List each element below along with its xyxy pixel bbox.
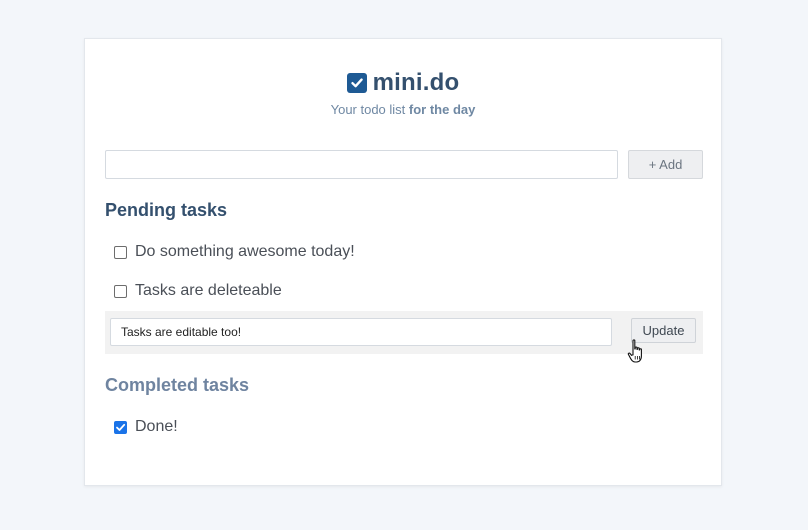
checkmark-icon bbox=[116, 423, 126, 431]
title-row: mini.do bbox=[346, 69, 460, 97]
checkbox-checked-icon bbox=[346, 73, 367, 93]
hand-pointer-cursor-icon bbox=[627, 339, 642, 363]
completed-task-item[interactable]: Done! bbox=[114, 418, 178, 436]
task-item[interactable]: Tasks are deleteable bbox=[114, 282, 282, 300]
subtitle-emphasis: for the day bbox=[408, 102, 476, 117]
completed-tasks-heading: Completed tasks bbox=[105, 375, 250, 395]
task-checkbox[interactable] bbox=[114, 284, 127, 298]
todo-card: mini.do Your todo list for the day + Add… bbox=[84, 38, 722, 486]
task-edit-row: Update bbox=[105, 311, 703, 354]
app-subtitle: Your todo list for the day bbox=[85, 102, 721, 117]
app-title: mini.do bbox=[372, 69, 460, 96]
task-item[interactable]: Do something awesome today! bbox=[114, 243, 355, 261]
pending-tasks-heading: Pending tasks bbox=[105, 200, 228, 220]
task-label: Tasks are deleteable bbox=[135, 282, 282, 299]
add-task-row: + Add bbox=[105, 150, 703, 179]
task-checkbox[interactable] bbox=[114, 245, 127, 259]
subtitle-prefix: Your todo list bbox=[330, 102, 409, 117]
task-checkbox-checked[interactable] bbox=[114, 420, 127, 434]
new-task-input[interactable] bbox=[105, 150, 618, 179]
app-header: mini.do Your todo list for the day bbox=[85, 69, 721, 117]
task-label: Done! bbox=[135, 418, 178, 435]
edit-task-input[interactable] bbox=[110, 318, 612, 346]
task-label: Do something awesome today! bbox=[135, 243, 355, 260]
add-button[interactable]: + Add bbox=[628, 150, 703, 179]
